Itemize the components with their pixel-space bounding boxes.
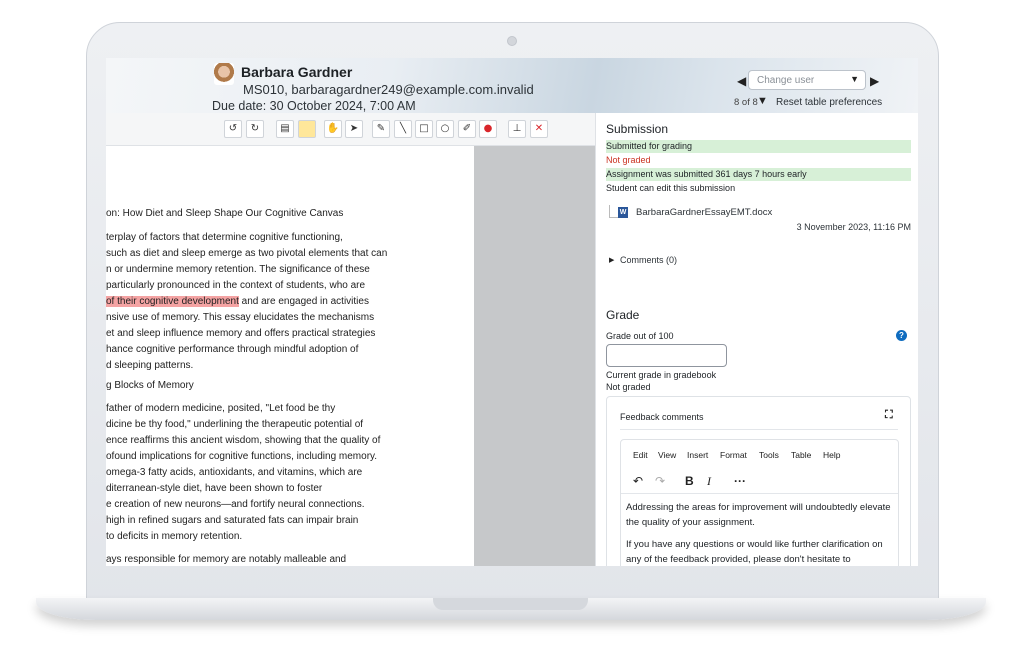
document-line: nsive use of memory. This essay elucidat… xyxy=(106,312,375,323)
reset-table-preferences-link[interactable]: Reset table preferences xyxy=(776,97,882,108)
menu-edit[interactable]: Edit xyxy=(633,450,648,460)
user-count: 8 of 8 xyxy=(734,97,758,108)
grade-input[interactable] xyxy=(606,344,727,367)
document-line: father of modern medicine, posited, "Let… xyxy=(106,403,336,414)
document-line: particularly pronounced in the context o… xyxy=(106,280,366,291)
highlight-color-icon[interactable] xyxy=(298,120,316,138)
menu-format[interactable]: Format xyxy=(720,450,747,460)
pen-icon[interactable]: ✎ xyxy=(372,120,390,138)
screen: Barbara Gardner MS010, barbaragardner249… xyxy=(106,58,918,566)
word-document-icon: W xyxy=(618,207,628,218)
status-submitted: Submitted for grading xyxy=(606,140,911,153)
expand-icon[interactable]: ⛶ xyxy=(885,409,893,422)
line-icon[interactable]: ╲ xyxy=(394,120,412,138)
feedback-comments-box: Feedback comments ⛶ Edit View Insert For… xyxy=(606,396,911,566)
next-user-icon[interactable]: ▶ xyxy=(870,74,879,88)
highlighter-icon[interactable]: ✐ xyxy=(458,120,476,138)
document-line: ence reaffirms this ancient wisdom, show… xyxy=(106,435,381,446)
filter-icon[interactable]: ▼ xyxy=(757,95,768,107)
feedback-paragraph[interactable]: If you have any questions or would like … xyxy=(626,537,894,566)
caret-right-icon[interactable]: ▶ xyxy=(609,256,614,264)
menu-view[interactable]: View xyxy=(658,450,676,460)
highlight-annotation[interactable]: of their cognitive development xyxy=(106,296,239,307)
more-icon[interactable]: ··· xyxy=(734,474,746,488)
select-icon[interactable]: ➤ xyxy=(345,120,363,138)
document-line-highlighted: of their cognitive development and are e… xyxy=(106,296,369,307)
feedback-title: Feedback comments xyxy=(620,412,704,422)
annotation-toolbar: ↺ ↻ ▤ ✋ ➤ ✎ ╲ □ ○ ✐ ● ⊥ ✕ xyxy=(106,113,595,146)
document-heading: g Blocks of Memory xyxy=(106,380,194,391)
oval-icon[interactable]: ○ xyxy=(436,120,454,138)
document-line: n or undermine memory retention. The sig… xyxy=(106,264,370,275)
rectangle-icon[interactable]: □ xyxy=(415,120,433,138)
undo-icon[interactable]: ↶ xyxy=(633,474,643,488)
avatar[interactable] xyxy=(214,63,234,85)
divider xyxy=(621,493,898,494)
grade-label: Grade out of 100 xyxy=(606,331,674,341)
comments-toggle[interactable]: Comments (0) xyxy=(620,255,677,265)
redo-icon[interactable]: ↷ xyxy=(655,474,665,488)
document-line: e creation of new neurons—and fortify ne… xyxy=(106,499,365,510)
comment-icon[interactable]: ▤ xyxy=(276,120,294,138)
document-line: ofound implications for cognitive functi… xyxy=(106,451,378,462)
previous-user-icon[interactable]: ◀ xyxy=(737,74,746,88)
due-date: Due date: 30 October 2024, 7:00 AM xyxy=(212,99,416,113)
divider xyxy=(620,429,898,430)
italic-icon[interactable]: I xyxy=(707,474,711,489)
status-early: Assignment was submitted 361 days 7 hour… xyxy=(606,168,911,181)
current-grade-label: Current grade in gradebook xyxy=(606,370,717,380)
document-line: to deficits in memory retention. xyxy=(106,531,243,542)
current-grade-value: Not graded xyxy=(606,382,651,392)
document-line: diterranean-style diet, have been shown … xyxy=(106,483,323,494)
document-line: terplay of factors that determine cognit… xyxy=(106,232,343,243)
submission-file-date: 3 November 2023, 11:16 PM xyxy=(796,222,911,232)
student-email: MS010, barbaragardner249@example.com.inv… xyxy=(243,82,534,97)
submission-file-link[interactable]: BarbaraGardnerEssayEMT.docx xyxy=(636,207,772,218)
document-line: dicine be thy food," underlining the the… xyxy=(106,419,364,430)
status-editable: Student can edit this submission xyxy=(606,183,736,193)
grade-heading: Grade xyxy=(606,308,640,322)
menu-help[interactable]: Help xyxy=(823,450,840,460)
status-not-graded: Not graded xyxy=(606,155,651,165)
bold-icon[interactable]: B xyxy=(685,474,694,488)
change-user-select[interactable]: Change user ▼ xyxy=(748,70,866,90)
document-line-rest: and are engaged in activities xyxy=(238,296,369,307)
help-icon[interactable]: ? xyxy=(896,330,907,341)
document-line: et and sleep influence memory and offers… xyxy=(106,328,376,339)
webcam-icon xyxy=(507,36,517,46)
document-line: ays responsible for memory are notably m… xyxy=(106,554,347,565)
laptop-notch xyxy=(433,598,588,610)
rich-text-editor[interactable]: Edit View Insert Format Tools Table Help… xyxy=(620,439,899,566)
feedback-paragraph[interactable]: Addressing the areas for improvement wil… xyxy=(626,500,894,530)
menu-insert[interactable]: Insert xyxy=(687,450,708,460)
menu-table[interactable]: Table xyxy=(791,450,811,460)
change-user-placeholder: Change user xyxy=(757,75,815,86)
stamp-icon[interactable]: ⊥ xyxy=(508,120,526,138)
grading-panel: Submission Submitted for grading Not gra… xyxy=(595,113,918,566)
document-title: on: How Diet and Sleep Shape Our Cogniti… xyxy=(106,208,344,219)
menu-tools[interactable]: Tools xyxy=(759,450,779,460)
submission-heading: Submission xyxy=(606,122,669,136)
rotate-left-icon[interactable]: ↺ xyxy=(224,120,242,138)
grader-header: Barbara Gardner MS010, barbaragardner249… xyxy=(106,58,918,113)
document-line: omega-3 fatty acids, antioxidants, and v… xyxy=(106,467,363,478)
rotate-right-icon[interactable]: ↻ xyxy=(246,120,264,138)
document-line: d sleeping patterns. xyxy=(106,360,194,371)
student-name[interactable]: Barbara Gardner xyxy=(241,64,352,80)
color-picker-icon[interactable]: ● xyxy=(479,120,497,138)
document-line: hance cognitive performance through mind… xyxy=(106,344,359,355)
delete-icon[interactable]: ✕ xyxy=(530,120,548,138)
caret-down-icon: ▼ xyxy=(850,74,859,84)
document-line: such as diet and sleep emerge as two piv… xyxy=(106,248,388,259)
pan-icon[interactable]: ✋ xyxy=(324,120,342,138)
pdf-page[interactable]: on: How Diet and Sleep Shape Our Cogniti… xyxy=(106,146,474,566)
document-line: high in refined sugars and saturated fat… xyxy=(106,515,359,526)
